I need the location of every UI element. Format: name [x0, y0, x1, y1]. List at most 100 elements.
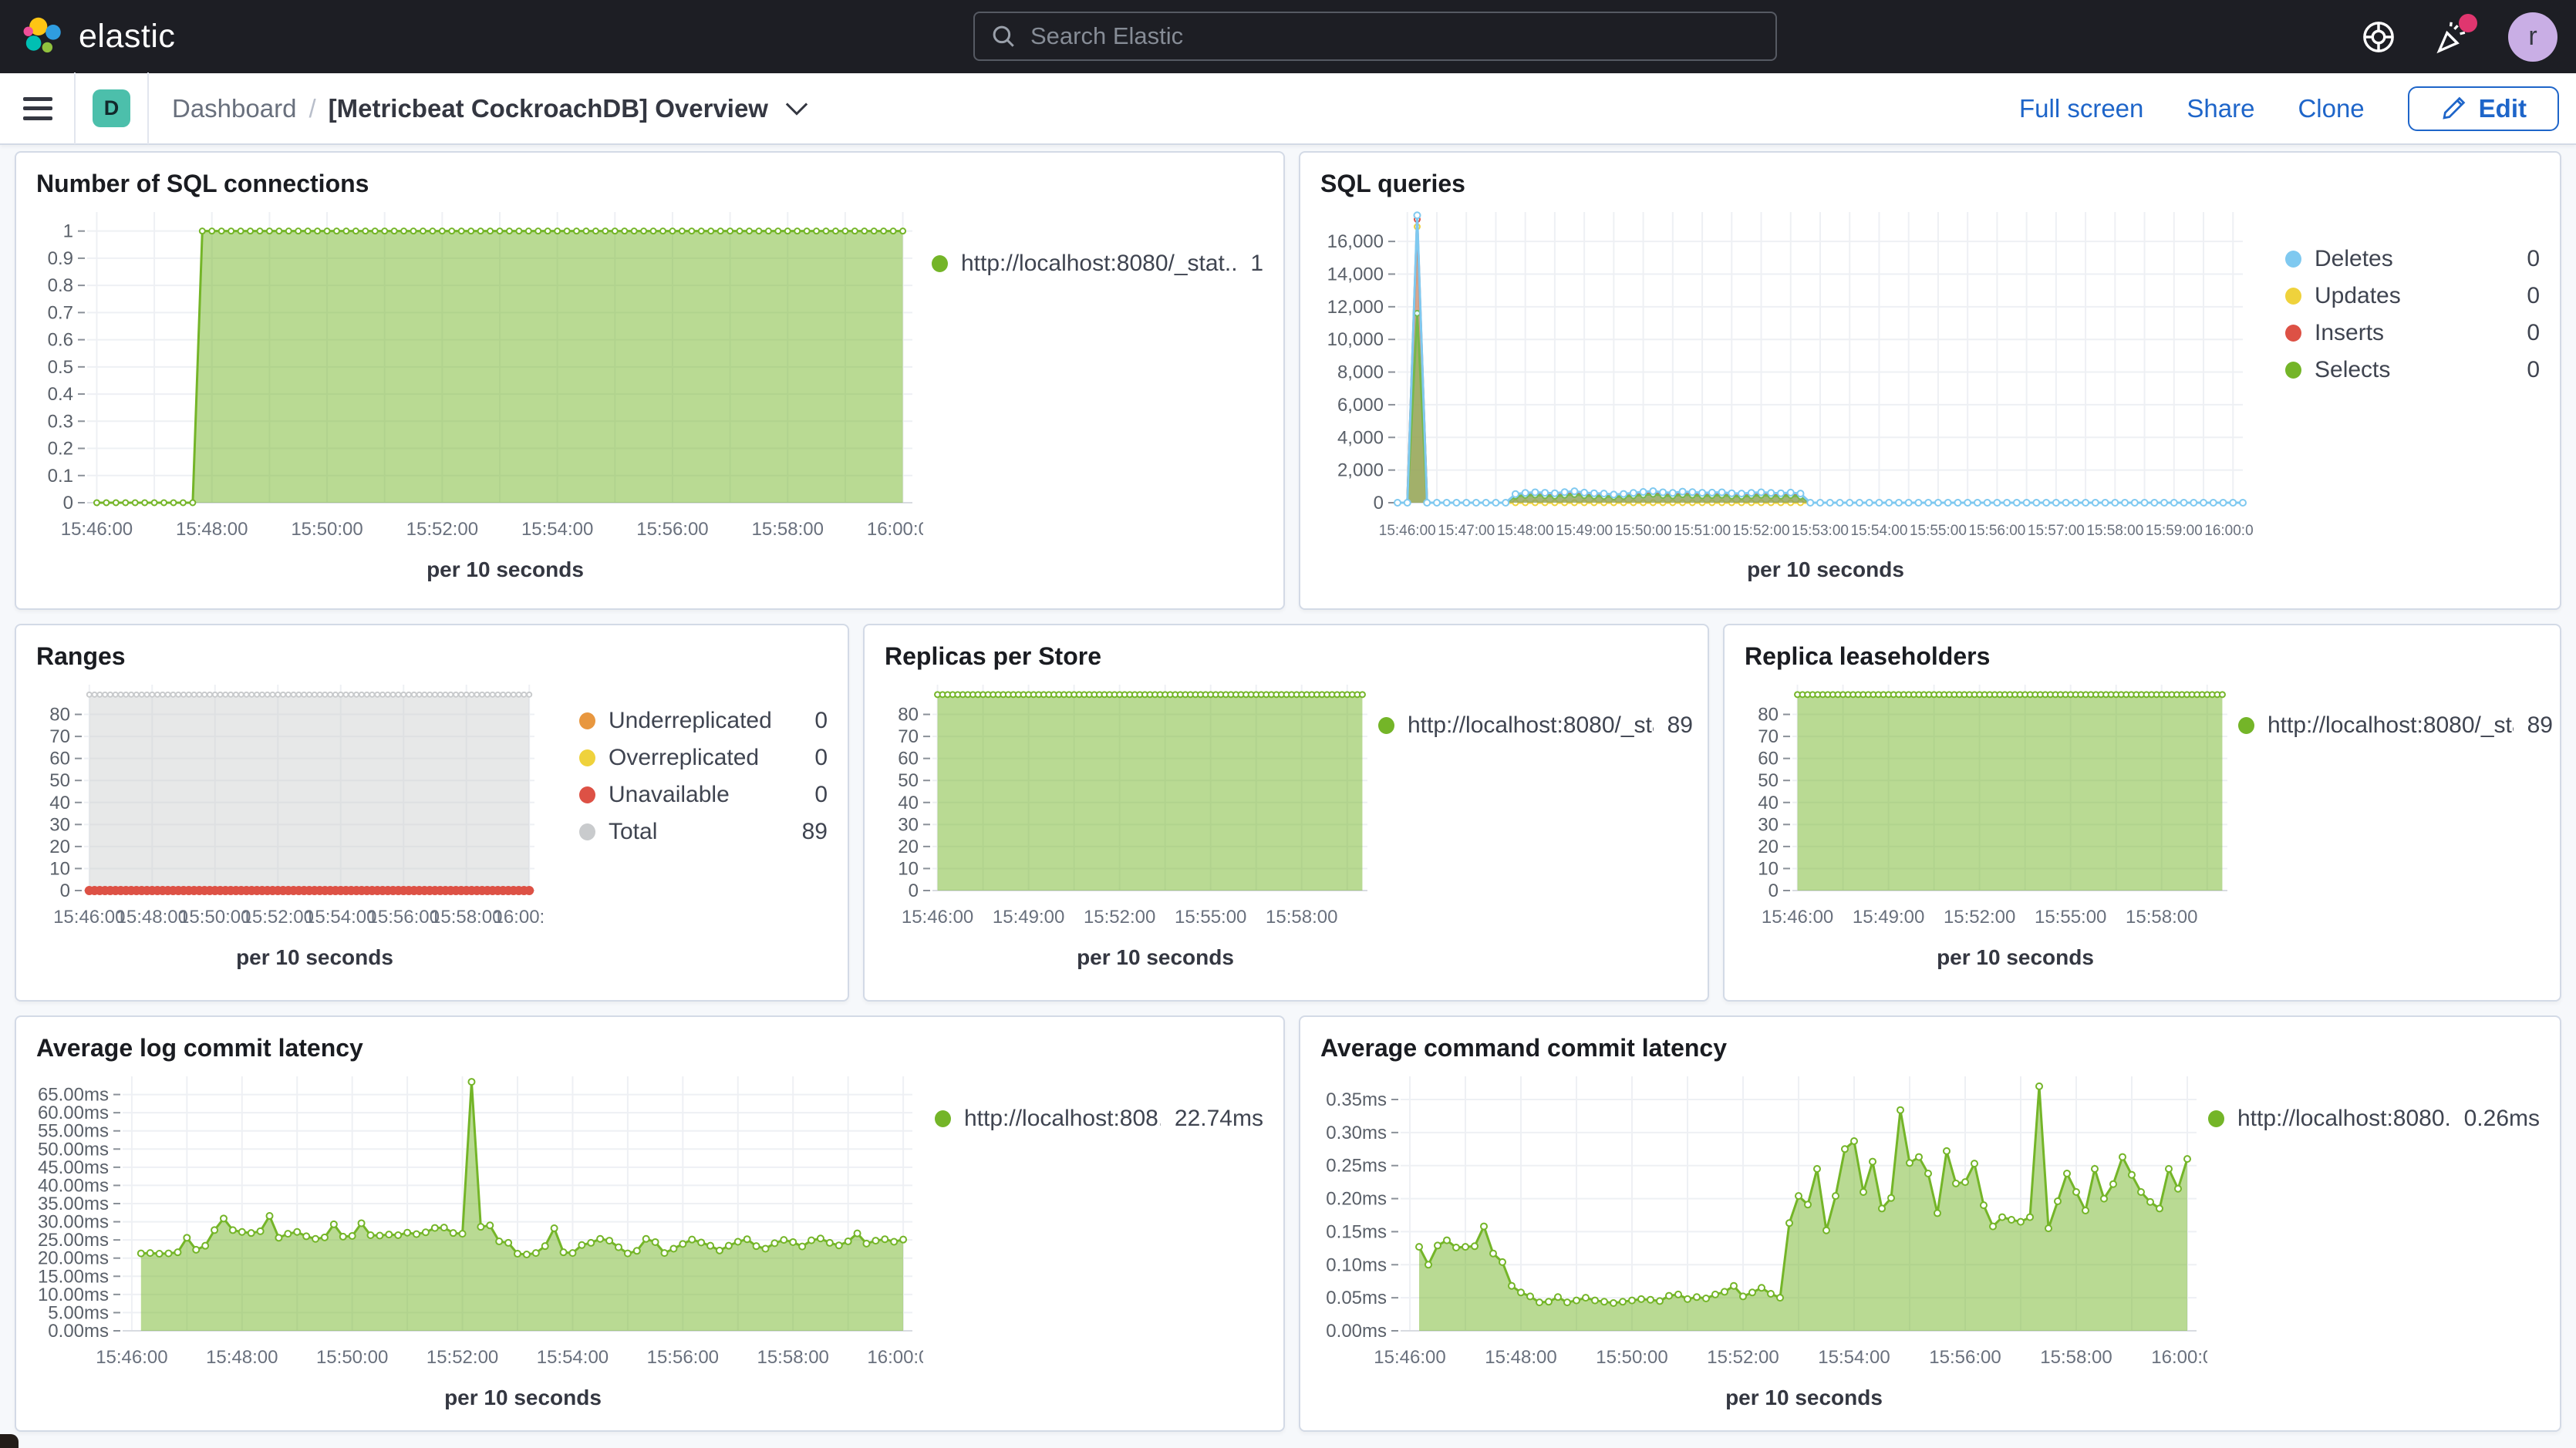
svg-text:30: 30: [1758, 814, 1779, 835]
panel-title: Number of SQL connections: [36, 170, 1263, 198]
legend-item[interactable]: Overreplicated0: [579, 745, 828, 771]
page-title[interactable]: [Metricbeat CockroachDB] Overview: [329, 94, 768, 123]
legend-item[interactable]: Unavailable0: [579, 782, 828, 808]
svg-text:80: 80: [898, 705, 919, 726]
legend-item[interactable]: Updates0: [2285, 283, 2540, 309]
legend-item[interactable]: Deletes0: [2285, 246, 2540, 272]
newsfeed-icon[interactable]: [2434, 19, 2471, 56]
legend-value: 0.26ms: [2464, 1106, 2540, 1132]
legend-item[interactable]: http://localhost:808...22.74ms: [935, 1106, 1263, 1132]
space-avatar[interactable]: D: [93, 89, 130, 127]
panel-title: Replicas per Store: [885, 642, 1688, 671]
legend-item[interactable]: http://localhost:8080/_sta...89: [1378, 712, 1693, 739]
chart-canvas[interactable]: 8070605040302010015:46:0015:48:0015:50:0…: [36, 672, 545, 938]
svg-text:0: 0: [60, 881, 70, 901]
x-axis-label: per 10 seconds: [885, 945, 1378, 970]
pencil-icon: [2440, 96, 2466, 122]
svg-text:0: 0: [63, 493, 73, 514]
legend-item[interactable]: Inserts0: [2285, 320, 2540, 346]
legend-value: 0: [2527, 283, 2540, 309]
svg-text:15:48:00: 15:48:00: [116, 907, 188, 928]
panel-replicas-per-store: Replicas per Store 8070605040302010015:4…: [863, 624, 1709, 1002]
notification-dot: [2459, 14, 2477, 32]
legend-dot-icon: [579, 712, 595, 729]
edit-button-label: Edit: [2479, 94, 2527, 123]
svg-text:15:54:00: 15:54:00: [305, 907, 376, 928]
help-icon[interactable]: [2360, 19, 2397, 56]
chart-area[interactable]: 8070605040302010015:46:0015:49:0015:52:0…: [1745, 672, 2238, 942]
svg-text:10: 10: [49, 858, 70, 879]
chart-canvas[interactable]: 0.35ms0.30ms0.25ms0.20ms0.15ms0.10ms0.05…: [1320, 1064, 2207, 1379]
svg-text:15:55:00: 15:55:00: [2035, 907, 2106, 928]
user-avatar[interactable]: r: [2508, 12, 2557, 62]
breadcrumb: Dashboard / [Metricbeat CockroachDB] Ove…: [172, 94, 808, 123]
menu-icon[interactable]: [23, 97, 52, 120]
svg-text:15:46:00: 15:46:00: [61, 519, 133, 540]
edit-button[interactable]: Edit: [2408, 86, 2559, 131]
legend-value: 89: [1667, 712, 1693, 739]
svg-text:16,000: 16,000: [1327, 231, 1384, 252]
legend-item[interactable]: http://localhost:8080/_sta...89: [2238, 712, 2553, 739]
search-icon: [990, 23, 1017, 49]
chart-legend: http://localhost:808...22.74ms: [935, 1064, 1263, 1410]
share-button[interactable]: Share: [2187, 94, 2254, 123]
chart-legend: http://localhost:8080...0.26ms: [2208, 1064, 2540, 1410]
legend-dot-icon: [579, 749, 595, 766]
x-axis-label: per 10 seconds: [36, 1386, 923, 1410]
clone-button[interactable]: Clone: [2298, 94, 2364, 123]
chart-area[interactable]: 0.35ms0.30ms0.25ms0.20ms0.15ms0.10ms0.05…: [1320, 1064, 2207, 1382]
svg-text:15:49:00: 15:49:00: [1853, 907, 1924, 928]
legend-label: Selects: [2315, 357, 2513, 383]
divider: [147, 72, 149, 144]
svg-text:0.3: 0.3: [48, 411, 73, 432]
svg-text:80: 80: [49, 705, 70, 726]
search-input[interactable]: [1030, 22, 1760, 50]
legend-label: http://localhost:8080/_stat...: [961, 251, 1236, 277]
svg-text:15:54:00: 15:54:00: [521, 519, 593, 540]
svg-text:15:51:00: 15:51:00: [1674, 523, 1731, 539]
svg-text:15:46:00: 15:46:00: [53, 907, 125, 928]
svg-text:10: 10: [1758, 858, 1779, 879]
legend-value: 0: [814, 745, 828, 771]
chevron-down-icon[interactable]: [785, 101, 808, 116]
legend-item[interactable]: http://localhost:8080/_stat...1: [932, 251, 1263, 277]
svg-text:15:46:00: 15:46:00: [1379, 523, 1436, 539]
svg-text:15:58:00: 15:58:00: [2040, 1347, 2112, 1368]
global-search[interactable]: [973, 12, 1777, 61]
chart-canvas[interactable]: 65.00ms60.00ms55.00ms50.00ms45.00ms40.00…: [36, 1064, 923, 1379]
svg-text:15:48:00: 15:48:00: [176, 519, 248, 540]
chart-area[interactable]: 16,00014,00012,00010,0008,0006,0004,0002…: [1320, 200, 2254, 554]
divider: [74, 72, 76, 144]
legend-item[interactable]: Total89: [579, 819, 828, 845]
svg-text:0.7: 0.7: [48, 302, 73, 323]
breadcrumb-dashboard[interactable]: Dashboard: [172, 94, 296, 123]
svg-text:16:00:00: 16:00:00: [493, 907, 545, 928]
chart-canvas[interactable]: 8070605040302010015:46:0015:49:0015:52:0…: [1745, 672, 2238, 938]
svg-text:15:50:00: 15:50:00: [1615, 523, 1672, 539]
svg-text:0.1: 0.1: [48, 466, 73, 487]
svg-text:15:50:00: 15:50:00: [316, 1347, 388, 1368]
full-screen-button[interactable]: Full screen: [2019, 94, 2143, 123]
legend-item[interactable]: Selects0: [2285, 357, 2540, 383]
svg-text:0: 0: [909, 881, 919, 901]
chart-canvas[interactable]: 10.90.80.70.60.50.40.30.20.1015:46:0015:…: [36, 200, 923, 551]
chart-canvas[interactable]: 8070605040302010015:46:0015:49:0015:52:0…: [885, 672, 1378, 938]
panel-title: Replica leaseholders: [1745, 642, 2540, 671]
svg-text:16:00:00: 16:00:00: [2204, 523, 2254, 539]
legend-item[interactable]: http://localhost:8080...0.26ms: [2208, 1106, 2540, 1132]
svg-text:15:58:00: 15:58:00: [430, 907, 502, 928]
svg-text:12,000: 12,000: [1327, 297, 1384, 318]
panel-title: Average log commit latency: [36, 1034, 1263, 1062]
svg-text:15:48:00: 15:48:00: [1485, 1347, 1556, 1368]
chart-area[interactable]: 10.90.80.70.60.50.40.30.20.1015:46:0015:…: [36, 200, 923, 554]
chart-area[interactable]: 8070605040302010015:46:0015:48:0015:50:0…: [36, 672, 545, 942]
chart-area[interactable]: 8070605040302010015:46:0015:49:0015:52:0…: [885, 672, 1378, 942]
svg-text:70: 70: [1758, 726, 1779, 747]
chart-area[interactable]: 65.00ms60.00ms55.00ms50.00ms45.00ms40.00…: [36, 1064, 923, 1382]
legend-label: Underreplicated: [609, 708, 801, 734]
legend-item[interactable]: Underreplicated0: [579, 708, 828, 734]
elastic-logo[interactable]: elastic: [0, 15, 175, 59]
svg-text:0.05ms: 0.05ms: [1326, 1288, 1387, 1308]
chart-canvas[interactable]: 16,00014,00012,00010,0008,0006,0004,0002…: [1320, 200, 2254, 551]
svg-text:60: 60: [1758, 749, 1779, 769]
